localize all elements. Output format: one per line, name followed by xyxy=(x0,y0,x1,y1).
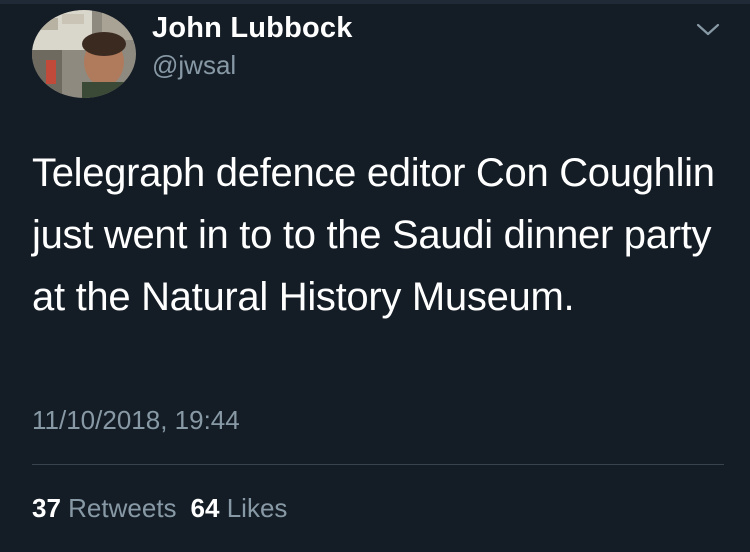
likes-label: Likes xyxy=(226,493,288,523)
retweets-count: 37 xyxy=(32,493,61,523)
retweets-label: Retweets xyxy=(68,493,177,523)
author-name[interactable]: John Lubbock xyxy=(152,12,353,45)
avatar[interactable] xyxy=(32,10,136,98)
tweet-text: Telegraph defence editor Con Coughlin ju… xyxy=(32,151,715,319)
avatar-photo xyxy=(32,10,136,98)
tweet-stats: 37 Retweets 64 Likes xyxy=(32,493,287,524)
tweet-timestamp: 11/10/2018, 19:44 xyxy=(32,405,240,435)
stats-divider xyxy=(32,464,724,465)
top-divider xyxy=(0,0,750,4)
chevron-down-icon[interactable] xyxy=(694,18,722,40)
likes-count: 64 xyxy=(190,493,220,523)
likes-stat[interactable]: 64 Likes xyxy=(191,493,288,524)
author-handle[interactable]: @jwsal xyxy=(152,50,236,81)
retweets-stat[interactable]: 37 Retweets xyxy=(32,493,177,524)
